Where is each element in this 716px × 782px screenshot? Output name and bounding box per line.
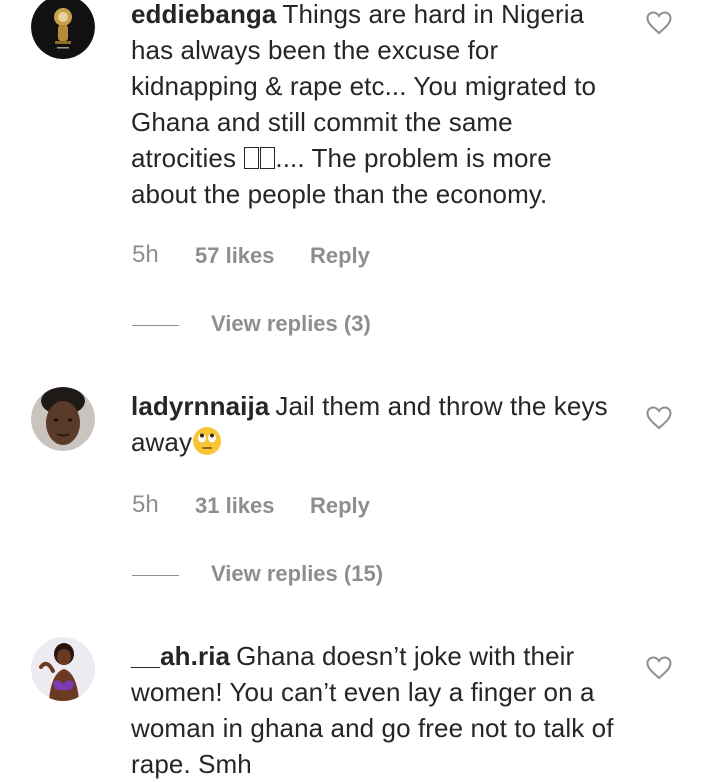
username[interactable]: eddiebanga <box>131 0 276 29</box>
heart-icon[interactable] <box>646 11 672 35</box>
view-replies-button[interactable]: View replies (3) <box>211 311 371 337</box>
avatar[interactable] <box>31 387 95 451</box>
view-replies-row[interactable]: View replies (3) <box>132 311 432 341</box>
missing-emoji-glyph <box>260 147 276 169</box>
heart-icon[interactable] <box>646 656 672 680</box>
divider-line <box>132 325 179 326</box>
reply-button[interactable]: Reply <box>310 493 370 519</box>
username[interactable]: __ah.ria <box>131 641 230 671</box>
comment-meta: 5h 31 likes Reply <box>132 491 432 521</box>
avatar[interactable] <box>31 637 95 701</box>
likes-count[interactable]: 57 likes <box>195 243 275 269</box>
reply-button[interactable]: Reply <box>310 243 370 269</box>
comment-text: __ah.ria Ghana doesn’t joke with their wo… <box>131 638 621 782</box>
divider-line <box>132 575 179 576</box>
username[interactable]: ladyrnnaija <box>131 391 269 421</box>
rolling-eyes-emoji-icon <box>193 427 222 455</box>
heart-icon[interactable] <box>646 406 672 430</box>
view-replies-row[interactable]: View replies (15) <box>132 561 432 591</box>
comment-text: ladyrnnaija Jail them and throw the keys … <box>131 388 621 460</box>
comment-meta: 5h 57 likes Reply <box>132 241 432 271</box>
timestamp: 5h <box>132 491 159 518</box>
avatar[interactable] <box>31 0 95 59</box>
comment-text: eddiebanga Things are hard in Nigeria has… <box>131 0 621 212</box>
timestamp: 5h <box>132 241 159 268</box>
likes-count[interactable]: 31 likes <box>195 493 275 519</box>
view-replies-button[interactable]: View replies (15) <box>211 561 383 587</box>
missing-emoji-glyph <box>244 147 260 169</box>
